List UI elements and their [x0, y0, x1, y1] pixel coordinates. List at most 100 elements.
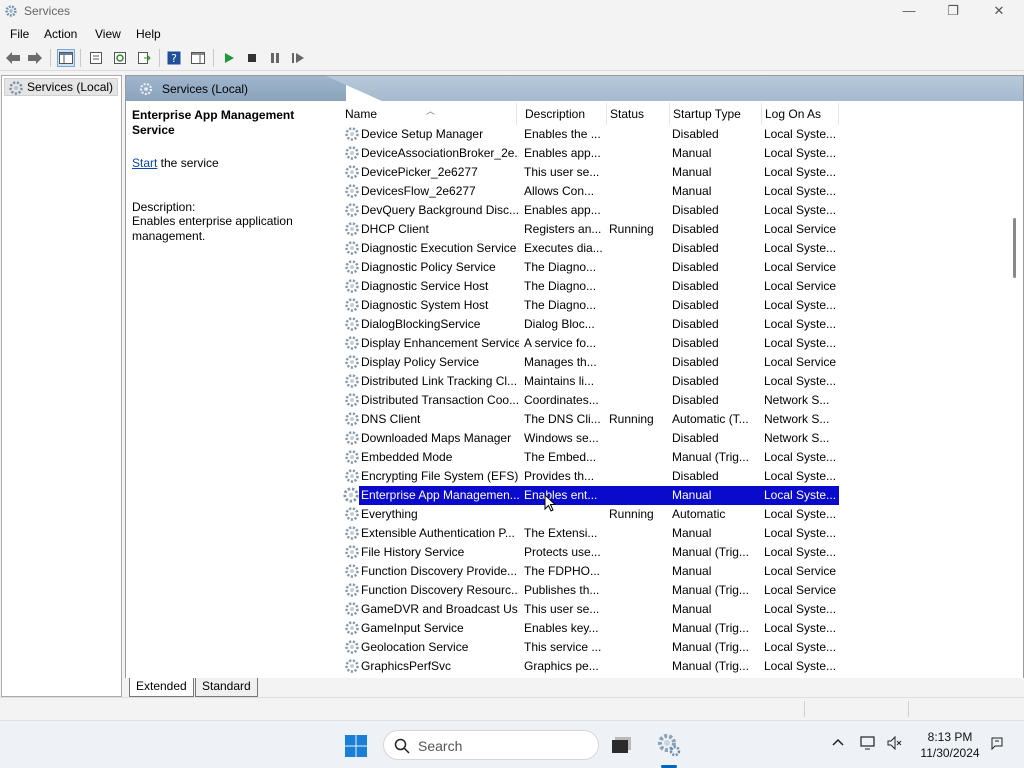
- export-list-icon[interactable]: [135, 49, 153, 67]
- table-row[interactable]: Display Enhancement Service A service fo.…: [342, 334, 839, 353]
- network-icon[interactable]: [860, 735, 878, 754]
- menu-help[interactable]: Help: [136, 27, 161, 41]
- cell-startup: Manual: [672, 165, 712, 179]
- table-row[interactable]: GraphicsPerfSvc Graphics pe... Manual (Tri…: [342, 657, 839, 676]
- cell-name: Embedded Mode: [361, 450, 453, 464]
- column-header-startup-type[interactable]: Startup Type: [670, 103, 762, 125]
- cell-startup: Disabled: [672, 431, 719, 445]
- chevron-up-icon[interactable]: [831, 735, 845, 752]
- table-row[interactable]: DeviceAssociationBroker_2e... Enables app…: [342, 144, 839, 163]
- table-row[interactable]: Function Discovery Resourc... Publishes t…: [342, 581, 839, 600]
- cell-status: [609, 486, 669, 505]
- table-row[interactable]: File History Service Protects use... Manua…: [342, 543, 839, 562]
- tree-node-services-local[interactable]: Services (Local): [4, 78, 119, 96]
- table-row[interactable]: Geolocation Service This service ... Manua…: [342, 638, 839, 657]
- stop-service-icon[interactable]: [243, 49, 261, 67]
- table-row[interactable]: Diagnostic Policy Service The Diagno... Di…: [342, 258, 839, 277]
- menu-action[interactable]: Action: [44, 27, 77, 41]
- back-arrow-icon[interactable]: [4, 49, 22, 67]
- services-taskbar-icon[interactable]: [655, 731, 683, 762]
- forward-arrow-icon[interactable]: [26, 49, 44, 67]
- table-row[interactable]: Diagnostic Service Host The Diagno... Disa…: [342, 277, 839, 296]
- cell-startup: Disabled: [672, 260, 719, 274]
- pane-header: Services (Local): [126, 76, 1023, 101]
- volume-muted-icon[interactable]: [886, 735, 902, 754]
- taskbar-search-box[interactable]: Search: [383, 730, 599, 760]
- cell-status: [609, 239, 669, 258]
- table-row[interactable]: Extensible Authentication P... The Extens…: [342, 524, 839, 543]
- resume-service-icon[interactable]: [289, 49, 307, 67]
- close-button[interactable]: ✕: [976, 0, 1022, 23]
- table-row[interactable]: Display Policy Service Manages th... Disab…: [342, 353, 839, 372]
- start-service-icon[interactable]: [220, 49, 238, 67]
- table-row[interactable]: Device Setup Manager Enables the ... Disab…: [342, 125, 839, 144]
- notifications-icon[interactable]: [989, 735, 1005, 754]
- help-icon[interactable]: ?: [165, 49, 183, 67]
- cell-name: DialogBlockingService: [361, 317, 481, 331]
- table-row[interactable]: Embedded Mode The Embed... Manual (Trig...…: [342, 448, 839, 467]
- clock-date: 11/30/2024: [920, 746, 980, 760]
- column-header-description[interactable]: Description: [522, 103, 607, 125]
- table-row[interactable]: GameDVR and Broadcast Us... This user se.…: [342, 600, 839, 619]
- cell-logon: Network S...: [764, 431, 830, 445]
- cell-name: GameInput Service: [361, 621, 464, 635]
- cell-desc: Registers an...: [524, 222, 602, 236]
- table-row[interactable]: Downloaded Maps Manager Windows se... Disa…: [342, 429, 839, 448]
- restore-button[interactable]: ❐: [930, 0, 976, 23]
- cell-logon: Local Syste...: [764, 545, 836, 559]
- cell-startup: Manual: [672, 146, 712, 160]
- table-row[interactable]: DHCP Client Registers an... Running Disable…: [342, 220, 839, 239]
- table-row[interactable]: Distributed Link Tracking Cl... Maintains…: [342, 372, 839, 391]
- table-row[interactable]: DevQuery Background Disc... Enables app..…: [342, 201, 839, 220]
- table-row[interactable]: GameInput Service Enables key... Manual (T…: [342, 619, 839, 638]
- cell-logon: Local Syste...: [764, 165, 836, 179]
- start-service-link[interactable]: Start: [132, 156, 157, 170]
- selected-service-name: Enterprise App Management Service: [132, 108, 295, 137]
- cell-startup: Disabled: [672, 279, 719, 293]
- tab-extended[interactable]: Extended: [129, 678, 194, 697]
- cell-desc: This user se...: [524, 602, 600, 616]
- cell-startup: Disabled: [672, 355, 719, 369]
- start-icon[interactable]: [344, 734, 368, 761]
- properties-icon[interactable]: [87, 49, 105, 67]
- menu-view[interactable]: View: [95, 27, 121, 41]
- table-row[interactable]: Function Discovery Provide... The FDPHO..…: [342, 562, 839, 581]
- vertical-scrollbar[interactable]: [1007, 103, 1021, 676]
- table-row[interactable]: Distributed Transaction Coo... Coordinate…: [342, 391, 839, 410]
- cell-desc: The Extensi...: [524, 526, 598, 540]
- show-hide-action-pane-icon[interactable]: [189, 49, 207, 67]
- menu-file[interactable]: File: [10, 27, 29, 41]
- pause-service-icon[interactable]: [266, 49, 284, 67]
- cell-name: Distributed Transaction Coo...: [361, 393, 519, 407]
- table-row[interactable]: Diagnostic Execution Service Executes dia…: [342, 239, 839, 258]
- table-row[interactable]: Encrypting File System (EFS) Provides th.…: [342, 467, 839, 486]
- cell-name: Enterprise App Managemen...: [361, 488, 519, 502]
- service-action: Start the service: [132, 156, 332, 170]
- console-tree-icon[interactable]: [57, 49, 75, 67]
- cell-name: Everything: [361, 507, 418, 521]
- table-row[interactable]: DevicesFlow_2e6277 Allows Con... Manual Loc…: [342, 182, 839, 201]
- sort-ascending-icon: ︿: [426, 106, 436, 116]
- table-row[interactable]: DialogBlockingService Dialog Bloc... Disab…: [342, 315, 839, 334]
- column-header-log-on-as[interactable]: Log On As: [762, 103, 839, 125]
- table-row[interactable]: Enterprise App Managemen... Enables ent..…: [359, 486, 839, 505]
- minimize-button[interactable]: —: [886, 0, 932, 23]
- cell-desc: This service ...: [524, 640, 602, 654]
- scrollbar-thumb[interactable]: [1013, 218, 1016, 278]
- table-row[interactable]: Diagnostic System Host The Diagno... Disab…: [342, 296, 839, 315]
- taskbar-clock[interactable]: 8:13 PM 11/30/2024: [915, 729, 985, 761]
- service-gear-icon: [345, 640, 359, 654]
- search-icon: [394, 738, 410, 754]
- cell-logon: Local Service: [764, 222, 836, 236]
- table-row[interactable]: DevicePicker_2e6277 This user se... Manual…: [342, 163, 839, 182]
- tab-standard[interactable]: Standard: [195, 678, 258, 697]
- cell-name: Extensible Authentication P...: [361, 526, 515, 540]
- cell-logon: Local Syste...: [764, 184, 836, 198]
- cell-desc: Graphics pe...: [524, 659, 599, 673]
- table-row[interactable]: DNS Client The DNS Cli... Running Automatic…: [342, 410, 839, 429]
- task-view-icon[interactable]: [611, 735, 633, 758]
- column-header-name[interactable]: Name ︿: [342, 103, 517, 125]
- table-row[interactable]: Everything Running Automatic Local Syste...: [342, 505, 839, 524]
- column-header-status[interactable]: Status: [607, 103, 670, 125]
- refresh-icon[interactable]: [111, 49, 129, 67]
